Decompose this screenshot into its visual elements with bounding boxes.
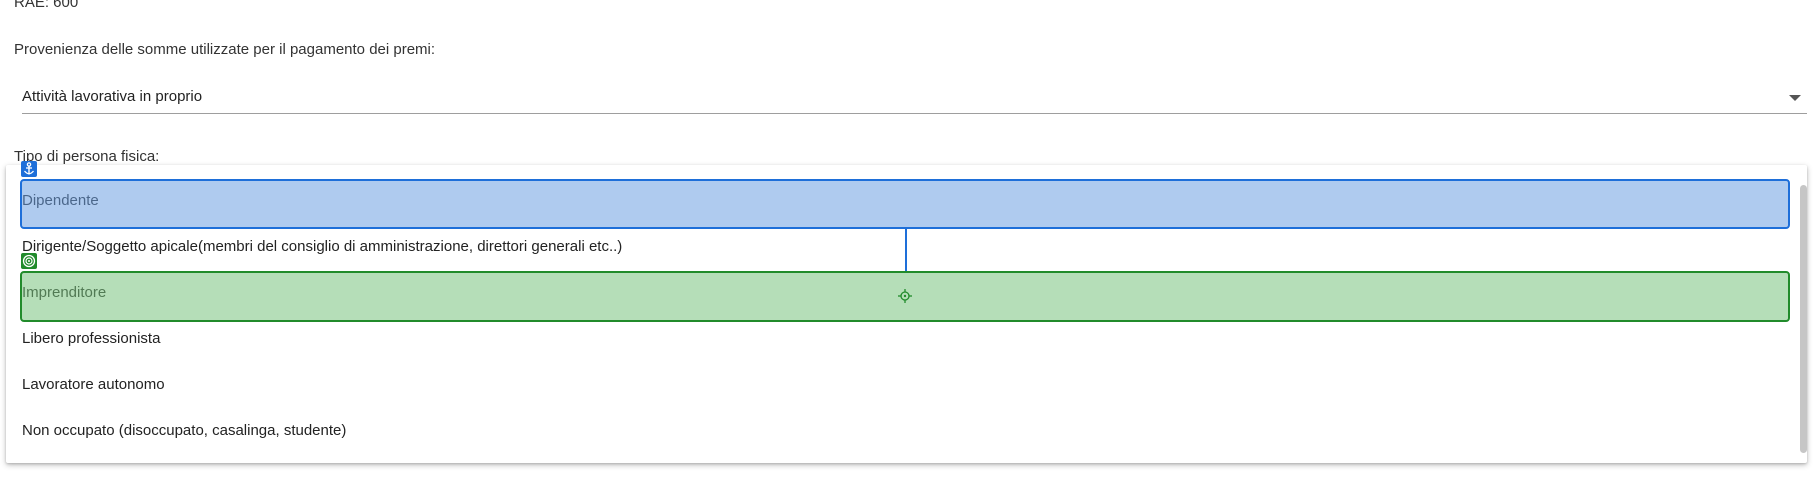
provenienza-select[interactable]: Attività lavorativa in proprio bbox=[22, 78, 1807, 114]
option-non-occupato[interactable]: Non occupato (disoccupato, casalinga, st… bbox=[6, 408, 1790, 454]
provenienza-label: Provenienza delle somme utilizzate per i… bbox=[14, 41, 436, 58]
rae-label: RAE: 600 bbox=[14, 0, 79, 11]
option-dipendente[interactable]: Dipendente bbox=[6, 178, 1790, 224]
option-label: Dirigente/Soggetto apicale(membri del co… bbox=[22, 238, 623, 255]
option-label: Libero professionista bbox=[22, 330, 161, 347]
option-label: Lavoratore autonomo bbox=[22, 376, 165, 393]
option-label: Imprenditore bbox=[22, 284, 107, 301]
provenienza-selected-value: Attività lavorativa in proprio bbox=[22, 88, 203, 105]
option-lavoratore-autonomo[interactable]: Lavoratore autonomo bbox=[6, 362, 1790, 408]
tipo-persona-label: Tipo di persona fisica: bbox=[14, 148, 160, 165]
option-libero-professionista[interactable]: Libero professionista bbox=[6, 316, 1790, 362]
tipo-persona-dropdown: Dipendente Dirigente/Soggetto apicale(me… bbox=[6, 165, 1807, 463]
option-label: Non occupato (disoccupato, casalinga, st… bbox=[22, 422, 347, 439]
chevron-down-icon[interactable] bbox=[1789, 95, 1801, 101]
option-imprenditore[interactable]: Imprenditore bbox=[6, 270, 1790, 316]
dropdown-scrollbar[interactable] bbox=[1800, 185, 1807, 453]
option-dirigente[interactable]: Dirigente/Soggetto apicale(membri del co… bbox=[6, 224, 1790, 270]
form-page: RAE: 600 Provenienza delle somme utilizz… bbox=[0, 0, 1813, 482]
option-label: Dipendente bbox=[22, 192, 99, 209]
